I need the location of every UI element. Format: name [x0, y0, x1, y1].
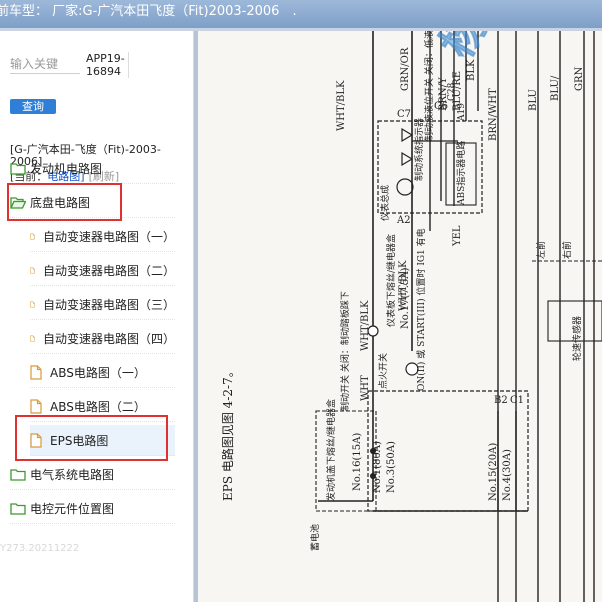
tree-item-label: ABS电路图（一） — [50, 365, 146, 380]
version-label: Y273.20211222 — [0, 543, 80, 554]
component-label: 轮速传感器 — [571, 316, 583, 361]
tree-item-abs-2[interactable]: ABS电路图（二） — [30, 391, 175, 422]
connector-label: C28 — [447, 82, 457, 101]
connector-label: A2 — [396, 215, 411, 226]
window-title-bar: 前车型： 厂家:G-广汽本田飞度（Fit)2003-2006 . — [0, 0, 602, 31]
wire-label: WHT/BLK — [360, 300, 371, 351]
tree-item-at-2[interactable]: 自动变速器电路图（二） — [30, 255, 175, 286]
component-label: ABS指示器电路 — [455, 141, 467, 206]
file-icon — [30, 364, 42, 380]
query-button[interactable]: 查询 — [10, 99, 56, 114]
window-title: 前车型： 厂家:G-广汽本田飞度（Fit)2003-2006 . — [0, 4, 297, 19]
component-label: 仪表总成 — [379, 185, 391, 221]
fuse-label: No.1(80A) — [372, 441, 383, 493]
wire-label: BRN/WHT — [488, 88, 499, 141]
wire-label: YEL — [452, 225, 463, 247]
component-label: 右前 — [561, 241, 573, 259]
component-label: 仪表板下熔丝/继电器盒 — [385, 234, 397, 327]
component-label: 制动系统指示器 — [413, 118, 425, 181]
file-icon — [30, 233, 35, 239]
fuse-label: No.17(7.5A) — [400, 267, 411, 329]
folder-open-icon — [10, 196, 26, 209]
file-icon — [30, 335, 35, 341]
diagram-note: EPS 电路图见图 4-2-7。 — [220, 365, 235, 501]
folder-icon — [10, 468, 26, 481]
file-icon — [30, 398, 42, 414]
file-icon — [30, 267, 35, 273]
tree-item-at-3[interactable]: 自动变速器电路图（三） — [30, 289, 175, 320]
component-label: ON(II) 或 START(III) 位置时 IG1 有电 — [415, 228, 427, 391]
tree-item-label: ABS电路图（二） — [50, 399, 146, 414]
wire-label: GRN — [574, 66, 585, 91]
wire-label: BLU — [528, 89, 539, 111]
component-label: 左前 — [535, 241, 547, 259]
tree-item-label: 电气系统电路图 — [30, 467, 115, 482]
tree-item-abs-1[interactable]: ABS电路图（一） — [30, 357, 175, 388]
wire-label: GRN/OR — [400, 47, 411, 91]
watermark: 杨志 — [431, 31, 519, 67]
connector-label: C7 — [397, 109, 411, 120]
wire-label: WHT — [360, 375, 371, 401]
fuse-label: No.16(15A) — [352, 433, 363, 491]
tree-item-chassis[interactable]: 底盘电路图 — [10, 187, 175, 218]
tree-item-electrical[interactable]: 电气系统电路图 — [10, 459, 175, 490]
fuse-label: No.4(30A) — [502, 449, 513, 501]
circuit-diagram: EPS 电路图见图 4-2-7。 WHT/BLK GRN/OR BRN/Y BL… — [220, 31, 602, 602]
tree-item-label: EPS电路图 — [50, 433, 109, 448]
tree-item-label: 电控元件位置图 — [30, 501, 115, 516]
file-icon — [30, 301, 35, 307]
tree-item-at-4[interactable]: 自动变速器电路图（四） — [30, 323, 175, 354]
tree-item-engine[interactable]: 发动机电路图 — [10, 153, 175, 184]
tree-item-label: 自动变速器电路图（一） — [42, 229, 175, 244]
tree-item-label: 自动变速器电路图（三） — [42, 297, 175, 312]
tree-item-label: 底盘电路图 — [30, 195, 91, 210]
app-id: APP19-16894 — [86, 52, 129, 78]
search-input[interactable] — [10, 55, 80, 74]
connector-label: C6 — [434, 101, 448, 112]
component-label: 制动开关 关闭：制动踏板踩下 — [339, 291, 351, 411]
tree-item-at-1[interactable]: 自动变速器电路图（一） — [30, 221, 175, 252]
tree-item-eps[interactable]: EPS电路图 — [30, 425, 175, 456]
sidebar: 查询 APP19-16894 [G-广汽本田-飞度（Fit)-2003-2006… — [0, 31, 194, 602]
file-icon — [30, 432, 42, 448]
fuse-label: No.3(50A) — [386, 441, 397, 493]
circuit-diagram-viewer[interactable]: EPS 电路图见图 4-2-7。 WHT/BLK GRN/OR BRN/Y BL… — [198, 31, 602, 602]
wire-label: BLU/ — [550, 75, 561, 101]
folder-icon — [10, 162, 26, 175]
component-label: 点火开关 — [377, 353, 389, 389]
tree-item-label: 自动变速器电路图（二） — [42, 263, 175, 278]
fuse-label: No.15(20A) — [488, 443, 499, 501]
component-label: 蓄电池 — [309, 524, 321, 551]
tree-item-component-location[interactable]: 电控元件位置图 — [10, 493, 175, 524]
connector-label: C1 — [510, 395, 524, 406]
wire-label: WHT/BLK — [336, 80, 347, 131]
tree-item-label: 发动机电路图 — [30, 161, 103, 176]
connector-label: B2 — [494, 395, 508, 406]
connector-label: A19 — [457, 103, 467, 122]
component-label: 发动机盖下熔丝/继电器盒 — [325, 399, 337, 501]
folder-icon — [10, 502, 26, 515]
tree-item-label: 自动变速器电路图（四） — [42, 331, 175, 346]
